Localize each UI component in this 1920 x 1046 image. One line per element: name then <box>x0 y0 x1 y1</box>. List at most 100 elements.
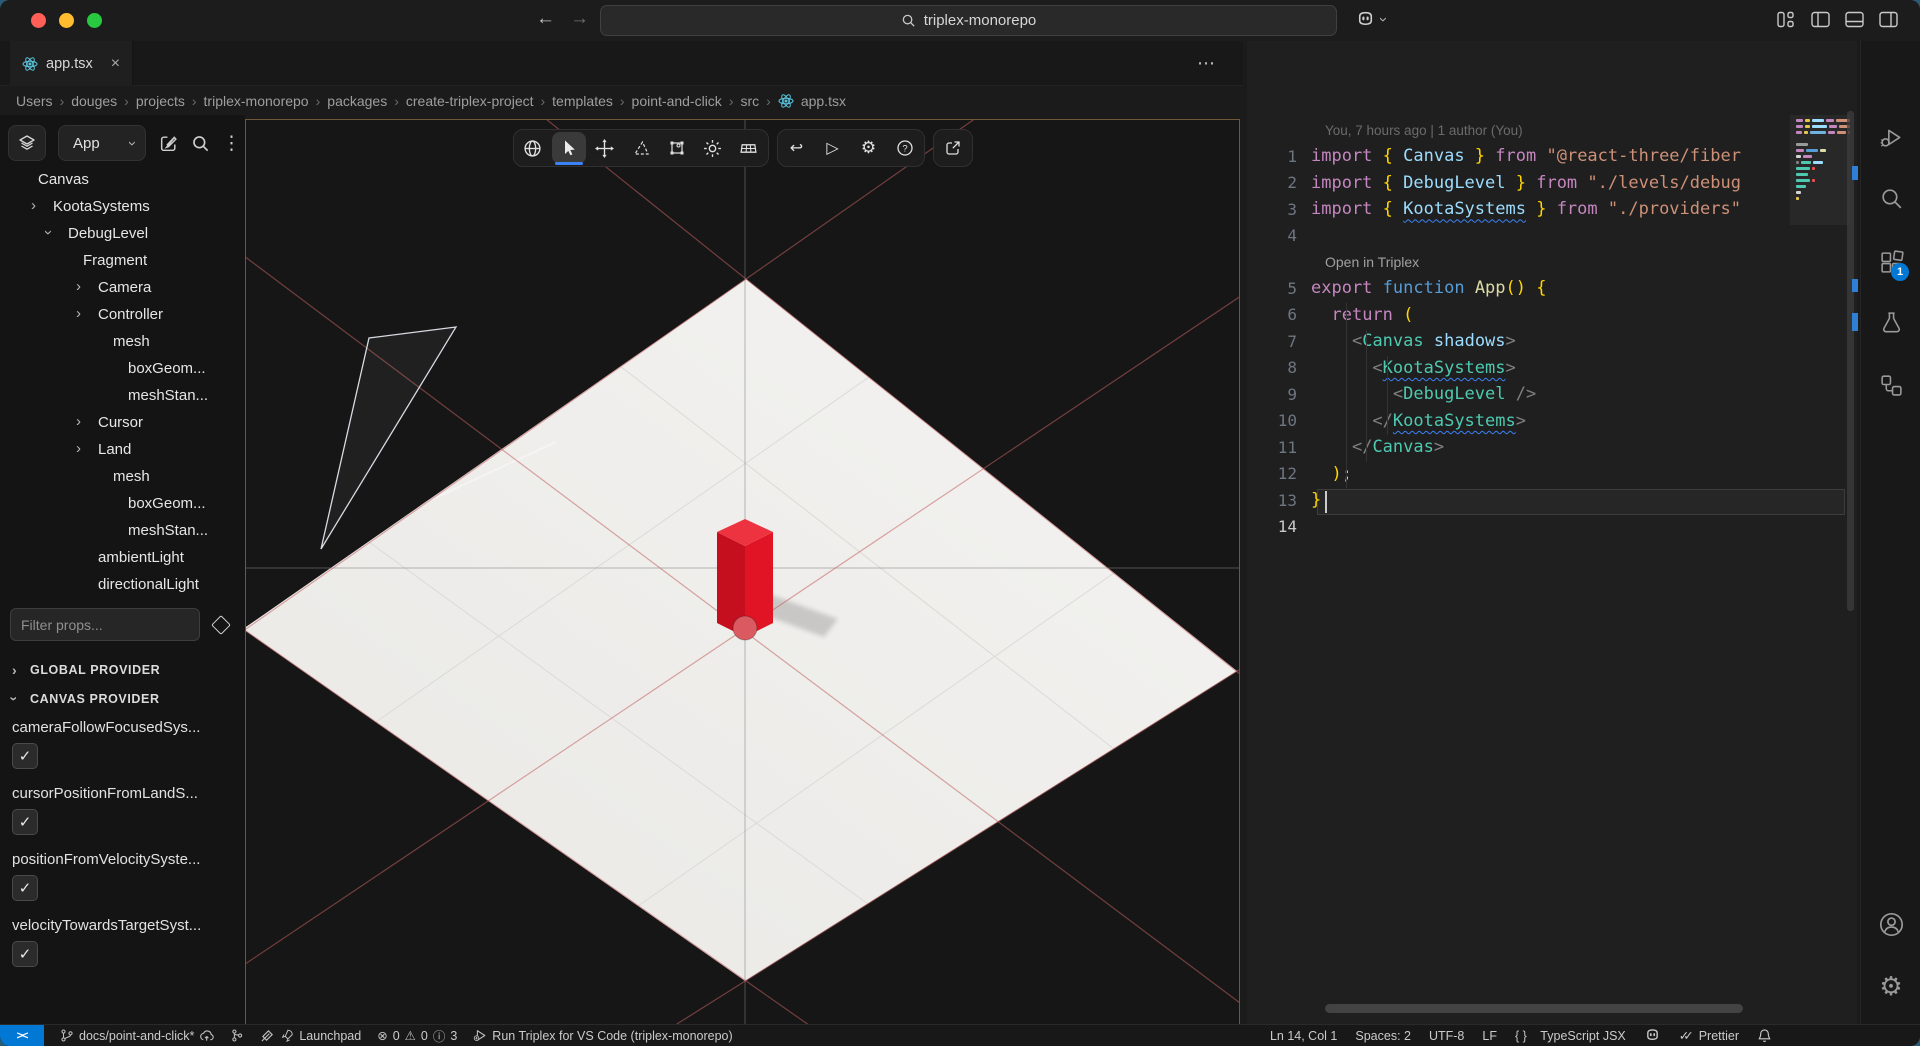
tab-bar-more-actions[interactable]: ⋯ <box>1197 53 1215 74</box>
prop-checkbox[interactable]: ✓ <box>12 809 38 835</box>
breadcrumb-item[interactable]: projects <box>136 93 185 109</box>
search-view-button[interactable] <box>1861 175 1920 221</box>
history-back-button[interactable]: ← <box>536 8 555 30</box>
chevron-down-icon[interactable]: › <box>40 230 57 235</box>
minimize-window-button[interactable] <box>59 13 74 28</box>
code-line-6[interactable]: 6 return ( <box>1247 302 1790 329</box>
chevron-right-icon[interactable]: › <box>76 305 81 322</box>
prop-checkbox[interactable]: ✓ <box>12 875 38 901</box>
tree-item-controller[interactable]: ›Controller <box>0 301 245 328</box>
git-branch-item[interactable]: docs/point-and-click* <box>60 1025 214 1046</box>
transform-tool-button[interactable] <box>660 132 694 164</box>
command-center-search[interactable]: triplex-monorepo <box>600 5 1337 36</box>
chevron-right-icon[interactable]: › <box>31 197 36 214</box>
help-button[interactable]: ? <box>888 132 922 164</box>
breadcrumb-item[interactable]: triplex-monorepo <box>204 93 309 109</box>
breadcrumb-item[interactable]: src <box>740 93 759 109</box>
camera-view-button[interactable] <box>732 132 766 164</box>
tree-item-boxgeom[interactable]: boxGeom... <box>0 355 245 382</box>
breadcrumb-item[interactable]: douges <box>71 93 117 109</box>
select-tool-button[interactable] <box>552 132 586 164</box>
scene-more-actions-icon[interactable]: ⋮ <box>222 132 241 155</box>
breadcrumb-item[interactable]: templates <box>552 93 613 109</box>
extensions-view-button[interactable]: 1 <box>1861 239 1920 285</box>
tree-item-debuglevel[interactable]: ›DebugLevel <box>0 220 245 247</box>
edit-component-icon[interactable] <box>158 133 179 154</box>
run-task-item[interactable]: Run Triplex for VS Code (triplex-monorep… <box>473 1025 732 1046</box>
line-col-indicator[interactable]: Ln 14, Col 1 <box>1270 1025 1337 1046</box>
copilot-menu-button[interactable]: › <box>1355 9 1386 30</box>
code-line-13[interactable]: 13} <box>1247 487 1790 514</box>
scene-canvas[interactable] <box>246 120 1240 1026</box>
breadcrumb-item[interactable]: point-and-click <box>632 93 722 109</box>
code-line-4[interactable]: 4 <box>1247 223 1790 250</box>
close-icon[interactable]: × <box>111 55 120 73</box>
history-forward-button[interactable]: → <box>570 8 589 30</box>
zoom-window-button[interactable] <box>87 13 102 28</box>
code-line-8[interactable]: 8 <KootaSystems> <box>1247 355 1790 382</box>
undo-button[interactable]: ↩ <box>780 132 814 164</box>
testing-view-button[interactable] <box>1861 299 1920 345</box>
language-indicator[interactable]: { } TypeScript JSX <box>1515 1025 1626 1046</box>
code-line-11[interactable]: 11 </Canvas> <box>1247 434 1790 461</box>
remote-indicator[interactable]: >< <box>0 1025 44 1046</box>
problems-item[interactable]: ⊗ 0 ⚠ 0 ⓘ 3 <box>377 1025 457 1046</box>
accounts-button[interactable] <box>1861 901 1920 947</box>
tree-item-fragment[interactable]: Fragment <box>0 247 245 274</box>
remote-explorer-button[interactable] <box>1861 361 1920 407</box>
provider-config-icon[interactable] <box>211 615 231 635</box>
translate-tool-button[interactable] <box>588 132 622 164</box>
scale-tool-button[interactable] <box>624 132 658 164</box>
toggle-primary-sidebar-icon[interactable] <box>1811 11 1830 28</box>
indentation-indicator[interactable]: Spaces: 2 <box>1355 1025 1411 1046</box>
launchpad-item[interactable]: Launchpad <box>260 1025 361 1046</box>
run-and-debug-button[interactable] <box>1861 115 1920 161</box>
search-scene-icon[interactable] <box>191 134 210 153</box>
selected-object-red-box[interactable] <box>717 519 773 640</box>
tree-item-ambientlight[interactable]: ambientLight <box>0 544 245 571</box>
code-line-5[interactable]: 5export function App() { <box>1247 275 1790 302</box>
chevron-right-icon[interactable]: › <box>76 413 81 430</box>
tree-item-land[interactable]: ›Land <box>0 436 245 463</box>
toggle-secondary-sidebar-icon[interactable] <box>1879 11 1898 28</box>
customize-layout-icon[interactable] <box>1777 11 1796 28</box>
code-area[interactable]: You, 7 hours ago | 1 author (You)1import… <box>1247 118 1790 998</box>
world-space-button[interactable] <box>516 132 550 164</box>
play-button[interactable]: ▷ <box>816 132 850 164</box>
toggle-panel-icon[interactable] <box>1845 11 1864 28</box>
breadcrumb-item[interactable]: create-triplex-project <box>406 93 534 109</box>
breadcrumb-item[interactable]: packages <box>327 93 387 109</box>
tree-item-meshstan[interactable]: meshStan... <box>0 382 245 409</box>
code-line-3[interactable]: 3import { KootaSystems } from "./provide… <box>1247 196 1790 223</box>
tree-item-meshstan[interactable]: meshStan... <box>0 517 245 544</box>
open-external-button[interactable] <box>936 132 970 164</box>
code-line-10[interactable]: 10 </KootaSystems> <box>1247 408 1790 435</box>
translate-handle[interactable] <box>733 616 757 640</box>
filter-props-input[interactable] <box>10 608 200 641</box>
settings-button[interactable]: ⚙ <box>1861 963 1920 1009</box>
3d-viewport[interactable]: ↩ ▷ ⚙ ? <box>245 119 1240 1026</box>
section-header-global-provider[interactable]: ›GLOBAL PROVIDER <box>0 655 245 684</box>
code-line-14[interactable]: 14 <box>1247 514 1790 541</box>
tree-item-mesh[interactable]: mesh <box>0 328 245 355</box>
chevron-right-icon[interactable]: › <box>76 278 81 295</box>
git-graph-item[interactable] <box>230 1025 244 1046</box>
code-line-9[interactable]: 9 <DebugLevel /> <box>1247 381 1790 408</box>
viewport-settings-button[interactable]: ⚙ <box>852 132 886 164</box>
tree-item-camera[interactable]: ›Camera <box>0 274 245 301</box>
prop-checkbox[interactable]: ✓ <box>12 743 38 769</box>
close-window-button[interactable] <box>31 13 46 28</box>
code-line-7[interactable]: 7 <Canvas shadows> <box>1247 328 1790 355</box>
chevron-right-icon[interactable]: › <box>76 440 81 457</box>
breadcrumb-item[interactable]: Users <box>16 93 53 109</box>
tree-item-boxgeom[interactable]: boxGeom... <box>0 490 245 517</box>
encoding-indicator[interactable]: UTF-8 <box>1429 1025 1464 1046</box>
prop-checkbox[interactable]: ✓ <box>12 941 38 967</box>
component-select[interactable]: App › <box>58 125 146 161</box>
tree-item-mesh[interactable]: mesh <box>0 463 245 490</box>
minimap[interactable] <box>1790 116 1850 236</box>
notifications-bell[interactable] <box>1757 1025 1772 1046</box>
code-line-1[interactable]: 1import { Canvas } from "@react-three/fi… <box>1247 143 1790 170</box>
tree-item-directionallight[interactable]: directionalLight <box>0 571 245 598</box>
section-header-canvas-provider[interactable]: ›CANVAS PROVIDER <box>0 684 245 713</box>
